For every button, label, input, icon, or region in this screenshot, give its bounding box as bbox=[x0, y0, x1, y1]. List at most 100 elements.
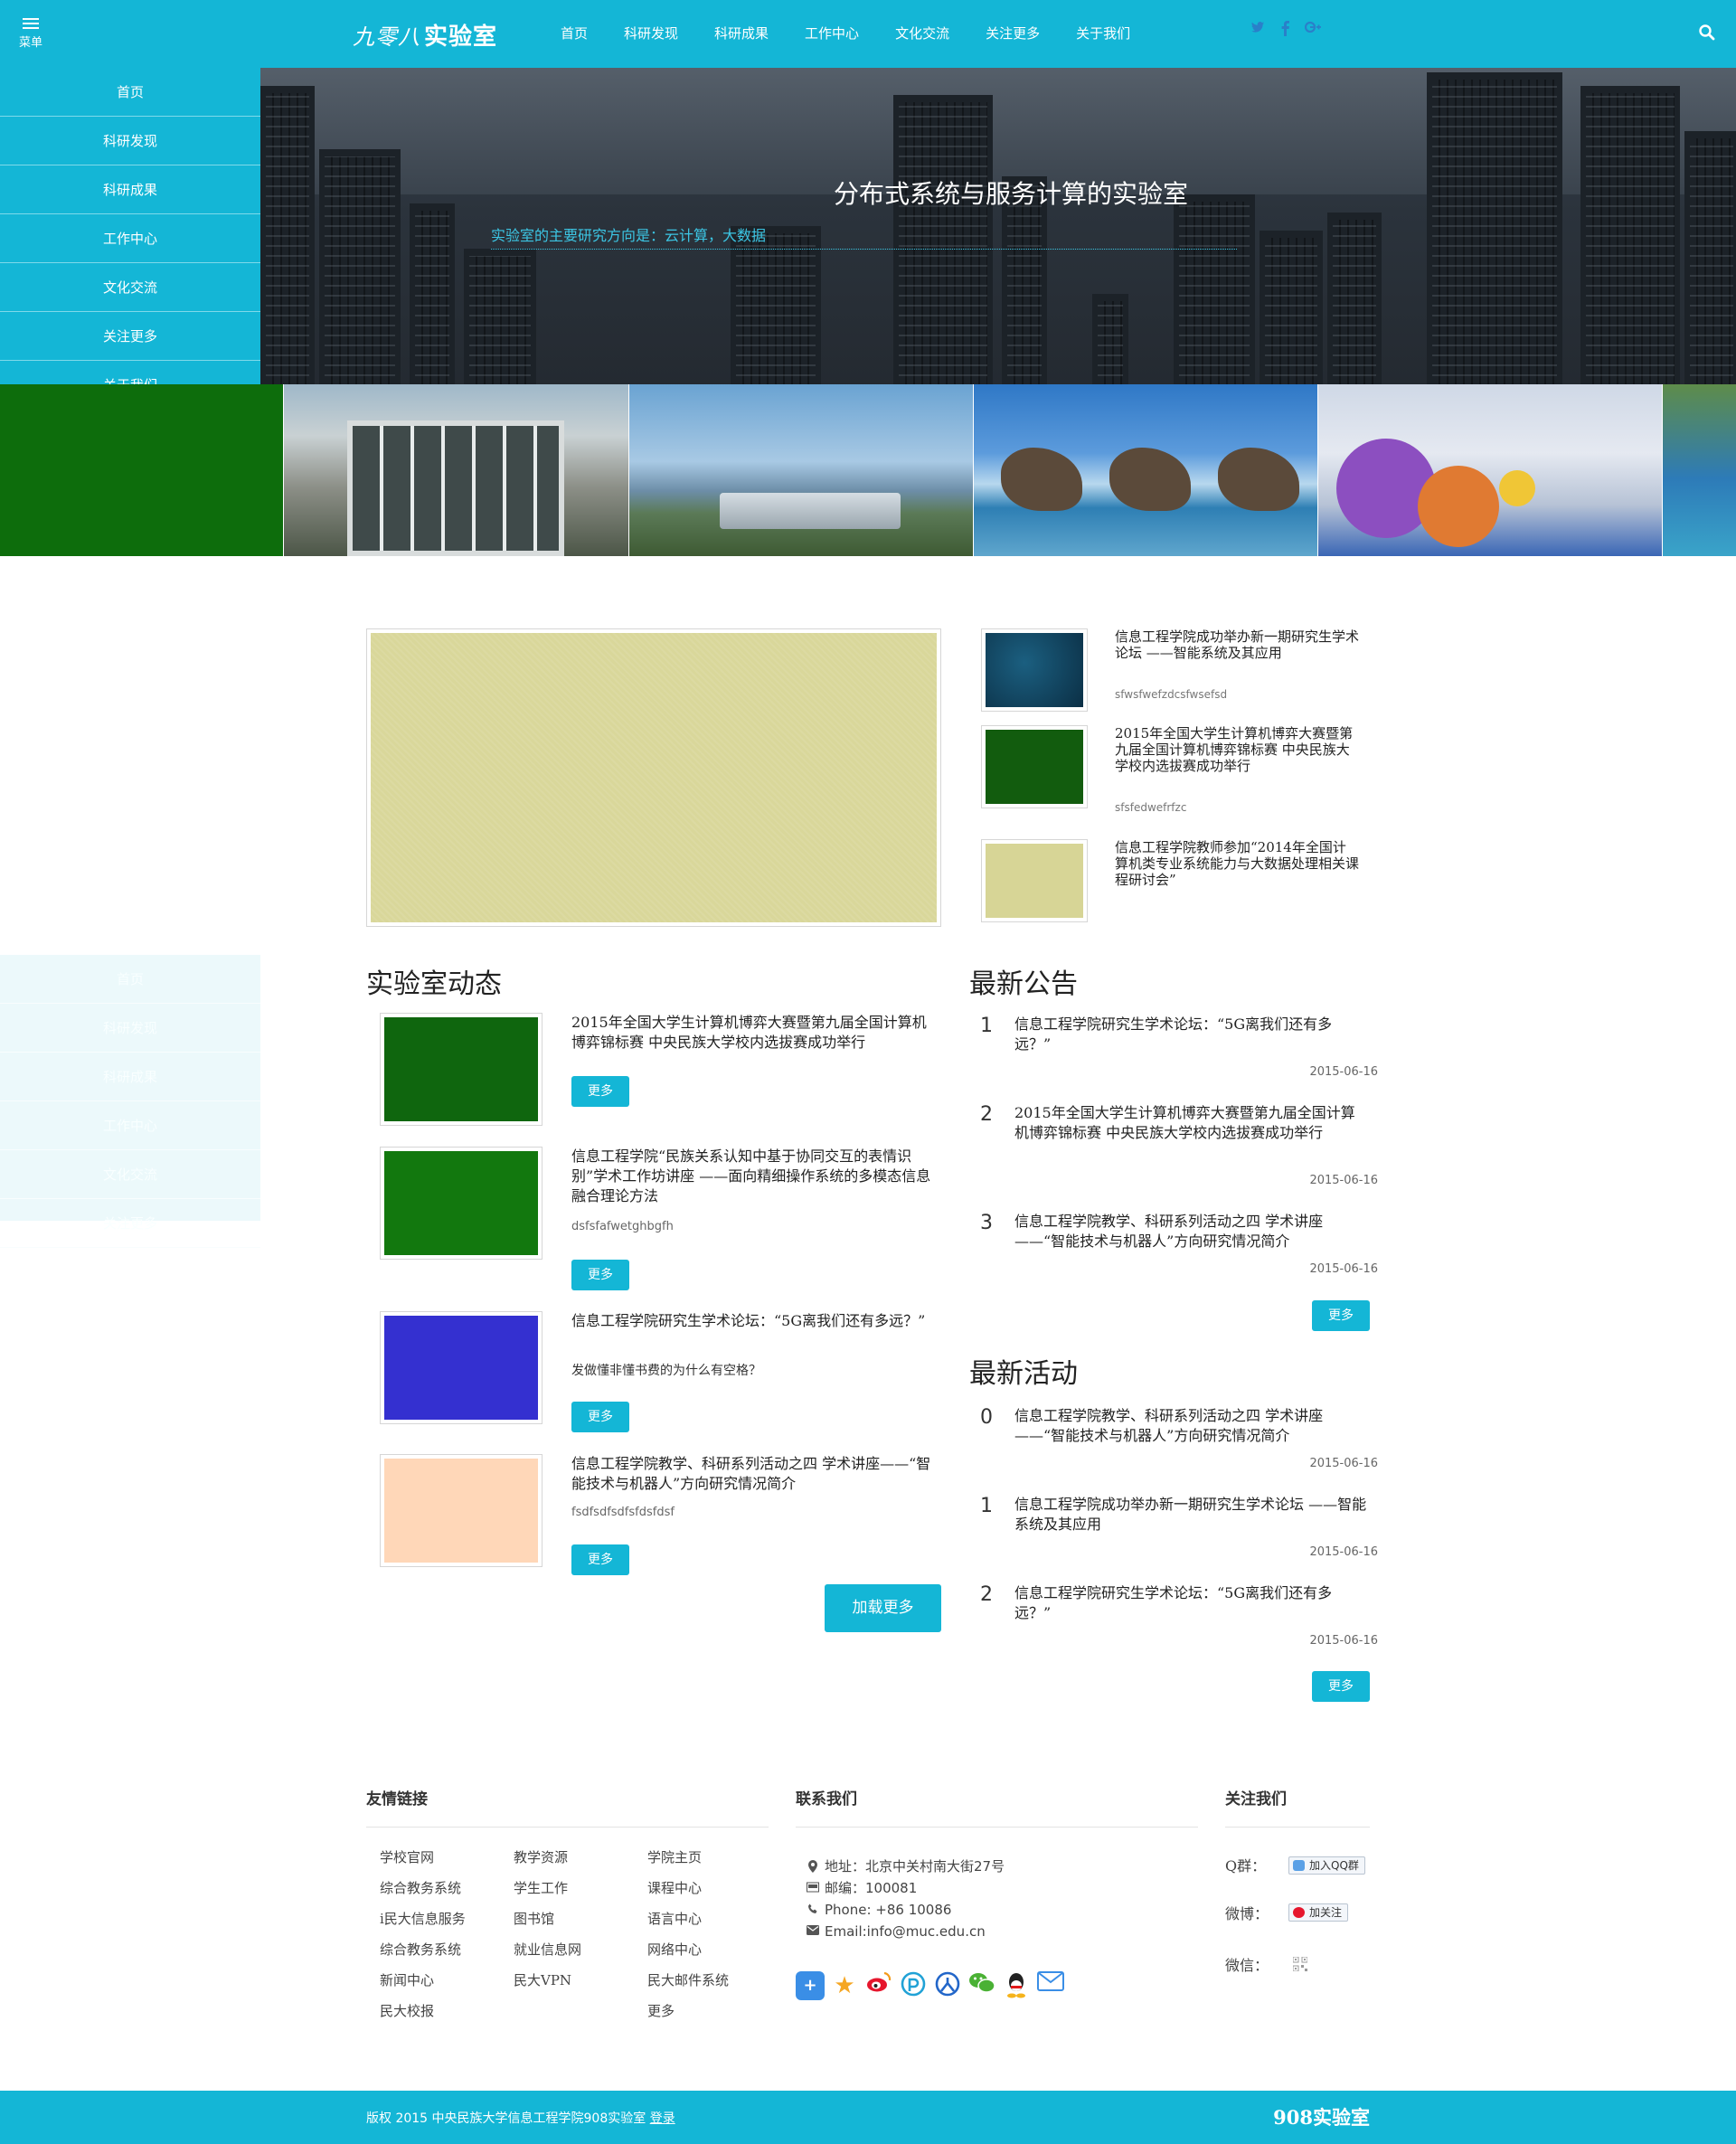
side-menu-ghost: 首页 科研发现 科研成果 工作中心 文化交流 关注更多 bbox=[0, 955, 260, 1248]
weibo-icon[interactable] bbox=[864, 1971, 893, 2000]
news-more-button[interactable]: 更多 bbox=[571, 1402, 629, 1432]
photo-stadium[interactable] bbox=[629, 384, 973, 556]
hero-building bbox=[319, 149, 401, 384]
link-vpn[interactable]: 民大VPN bbox=[514, 1972, 647, 1988]
share-icons: + ★ bbox=[796, 1971, 1065, 2000]
stadium-shape bbox=[720, 493, 901, 529]
photo-building-interior[interactable] bbox=[284, 384, 628, 556]
featured-image[interactable] bbox=[366, 628, 941, 927]
ghost-item-follow-more: 关注更多 bbox=[0, 1199, 260, 1248]
nav-home[interactable]: 首页 bbox=[542, 0, 606, 68]
news-thumb[interactable] bbox=[380, 1013, 542, 1126]
hero-building bbox=[1260, 231, 1323, 384]
qzone-icon[interactable]: ★ bbox=[830, 1971, 859, 2000]
hero-building bbox=[1684, 131, 1736, 384]
news-more-button[interactable]: 更多 bbox=[571, 1544, 629, 1575]
horse-shape bbox=[1109, 448, 1191, 511]
photo-horse-sculptures[interactable] bbox=[974, 384, 1317, 556]
news-title[interactable]: 2015年全国大学生计算机博弈大赛暨第九届全国计算机博弈锦标赛 中央民族大学校内… bbox=[571, 1013, 933, 1053]
side-menu: 首页 科研发现 科研成果 工作中心 文化交流 关注更多 关于我们 bbox=[0, 68, 260, 410]
nav-research-discovery[interactable]: 科研发现 bbox=[606, 0, 696, 68]
link-mail-system[interactable]: 民大邮件系统 bbox=[647, 1972, 778, 1988]
weibo-follow-button[interactable]: 加关注 bbox=[1288, 1903, 1349, 1922]
hero-title: 分布式系统与服务计算的实验室 bbox=[833, 179, 1188, 209]
bottom-logo[interactable]: 908实验室 bbox=[1273, 2103, 1370, 2130]
horse-shape bbox=[1218, 448, 1299, 511]
link-school-site[interactable]: 学校官网 bbox=[380, 1849, 514, 1865]
google-plus-icon[interactable] bbox=[1304, 20, 1321, 40]
sidemenu-item-research-discovery[interactable]: 科研发现 bbox=[0, 117, 260, 165]
mail-icon[interactable] bbox=[1036, 1971, 1065, 2000]
news-title[interactable]: 信息工程学院研究生学术论坛：“5G离我们还有多远？” bbox=[571, 1311, 933, 1331]
news-more-button[interactable]: 更多 bbox=[571, 1260, 629, 1290]
photo-playground[interactable] bbox=[1318, 384, 1662, 556]
search-icon[interactable] bbox=[1698, 24, 1718, 43]
news-thumb[interactable] bbox=[380, 1454, 542, 1567]
photo-pool[interactable] bbox=[1663, 384, 1736, 556]
nav-follow-more[interactable]: 关注更多 bbox=[967, 0, 1058, 68]
facebook-icon[interactable] bbox=[1278, 20, 1292, 40]
envelope-icon bbox=[807, 1925, 819, 1938]
link-academic-system[interactable]: 综合教务系统 bbox=[380, 1880, 514, 1896]
sidemenu-item-culture-exchange[interactable]: 文化交流 bbox=[0, 263, 260, 312]
hero-subtitle[interactable]: 实验室的主要研究方向是：云计算，大数据 bbox=[491, 223, 1237, 250]
top-navbar: 菜单 九零八 实验室 首页 科研发现 科研成果 工作中心 文化交流 关注更多 关于… bbox=[0, 0, 1736, 68]
link-academic-system-2[interactable]: 综合教务系统 bbox=[380, 1941, 514, 1958]
link-language-center[interactable]: 语言中心 bbox=[647, 1911, 778, 1927]
link-empty bbox=[514, 2003, 647, 2019]
load-more-button[interactable]: 加载更多 bbox=[825, 1584, 941, 1632]
link-employment[interactable]: 就业信息网 bbox=[514, 1941, 647, 1958]
inbox-icon bbox=[807, 1882, 819, 1894]
sidemenu-item-research-results[interactable]: 科研成果 bbox=[0, 165, 260, 214]
news-thumb[interactable] bbox=[380, 1311, 542, 1424]
link-network-center[interactable]: 网络中心 bbox=[647, 1941, 778, 1958]
qq-icon[interactable] bbox=[1002, 1971, 1031, 2000]
weibo-label: 微博： bbox=[1225, 1905, 1269, 1922]
login-link[interactable]: 登录 bbox=[650, 2111, 675, 2126]
nav-about-us[interactable]: 关于我们 bbox=[1058, 0, 1148, 68]
renren-icon[interactable] bbox=[933, 1971, 962, 2000]
news-more-button[interactable]: 更多 bbox=[571, 1076, 629, 1107]
bottom-bar: 版权 2015 中央民族大学信息工程学院908实验室 登录 908实验室 bbox=[0, 2091, 1736, 2144]
nav-work-center[interactable]: 工作中心 bbox=[787, 0, 877, 68]
news-title[interactable]: 信息工程学院“民族关系认知中基于协同交互的表情识别”学术工作坊讲座 ——面向精细… bbox=[571, 1147, 933, 1206]
link-course-center[interactable]: 课程中心 bbox=[647, 1880, 778, 1896]
link-student-work[interactable]: 学生工作 bbox=[514, 1880, 647, 1896]
ghost-item-research-discovery: 科研发现 bbox=[0, 1004, 260, 1053]
contact-postcode: 邮编：100081 bbox=[807, 1877, 1005, 1899]
wechat-icon[interactable] bbox=[967, 1971, 996, 2000]
qr-code-icon[interactable] bbox=[1292, 1956, 1308, 1972]
link-more[interactable]: 更多 bbox=[647, 2003, 778, 2019]
link-newspaper[interactable]: 民大校报 bbox=[380, 2003, 514, 2019]
activities-heading: 最新活动 bbox=[969, 1358, 1078, 1390]
sidemenu-item-follow-more[interactable]: 关注更多 bbox=[0, 312, 260, 361]
link-info-service[interactable]: i民大信息服务 bbox=[380, 1911, 514, 1927]
join-qq-group-button[interactable]: 加入QQ群 bbox=[1288, 1856, 1365, 1875]
pengyou-icon[interactable] bbox=[899, 1971, 928, 2000]
twitter-icon[interactable] bbox=[1250, 20, 1265, 40]
nav-research-results[interactable]: 科研成果 bbox=[696, 0, 787, 68]
nav-culture-exchange[interactable]: 文化交流 bbox=[877, 0, 967, 68]
featured-thumb bbox=[981, 839, 1088, 922]
add-share-icon[interactable]: + bbox=[796, 1971, 825, 2000]
friend-links: 学校官网 教学资源 学院主页 综合教务系统 学生工作 课程中心 i民大信息服务 … bbox=[380, 1849, 778, 2019]
sidemenu-item-home[interactable]: 首页 bbox=[0, 68, 260, 117]
featured-thumb bbox=[981, 725, 1088, 808]
link-teaching-resources[interactable]: 教学资源 bbox=[514, 1849, 647, 1865]
activities-more-button[interactable]: 更多 bbox=[1312, 1671, 1370, 1702]
hero-building bbox=[1427, 72, 1562, 384]
news-title[interactable]: 信息工程学院教学、科研系列活动之四 学术讲座——“智能技术与机器人”方向研究情况… bbox=[571, 1454, 933, 1494]
sidemenu-item-work-center[interactable]: 工作中心 bbox=[0, 214, 260, 263]
news-summary: 发做懂非懂书费的为什么有空格？ bbox=[571, 1364, 761, 1378]
announcements-more-button[interactable]: 更多 bbox=[1312, 1300, 1370, 1331]
ghost-item-research-results: 科研成果 bbox=[0, 1053, 260, 1101]
contact-info: 地址：北京中关村南大街27号 邮编：100081 Phone: +86 1008… bbox=[807, 1856, 1005, 1942]
news-thumb[interactable] bbox=[380, 1147, 542, 1260]
phone-icon bbox=[807, 1903, 819, 1916]
menu-toggle-button[interactable]: 菜单 bbox=[13, 16, 49, 56]
link-news-center[interactable]: 新闻中心 bbox=[380, 1972, 514, 1988]
footer-divider bbox=[366, 1827, 769, 1828]
link-library[interactable]: 图书馆 bbox=[514, 1911, 647, 1927]
site-logo[interactable]: 九零八 实验室 bbox=[353, 18, 497, 52]
link-college-home[interactable]: 学院主页 bbox=[647, 1849, 778, 1865]
